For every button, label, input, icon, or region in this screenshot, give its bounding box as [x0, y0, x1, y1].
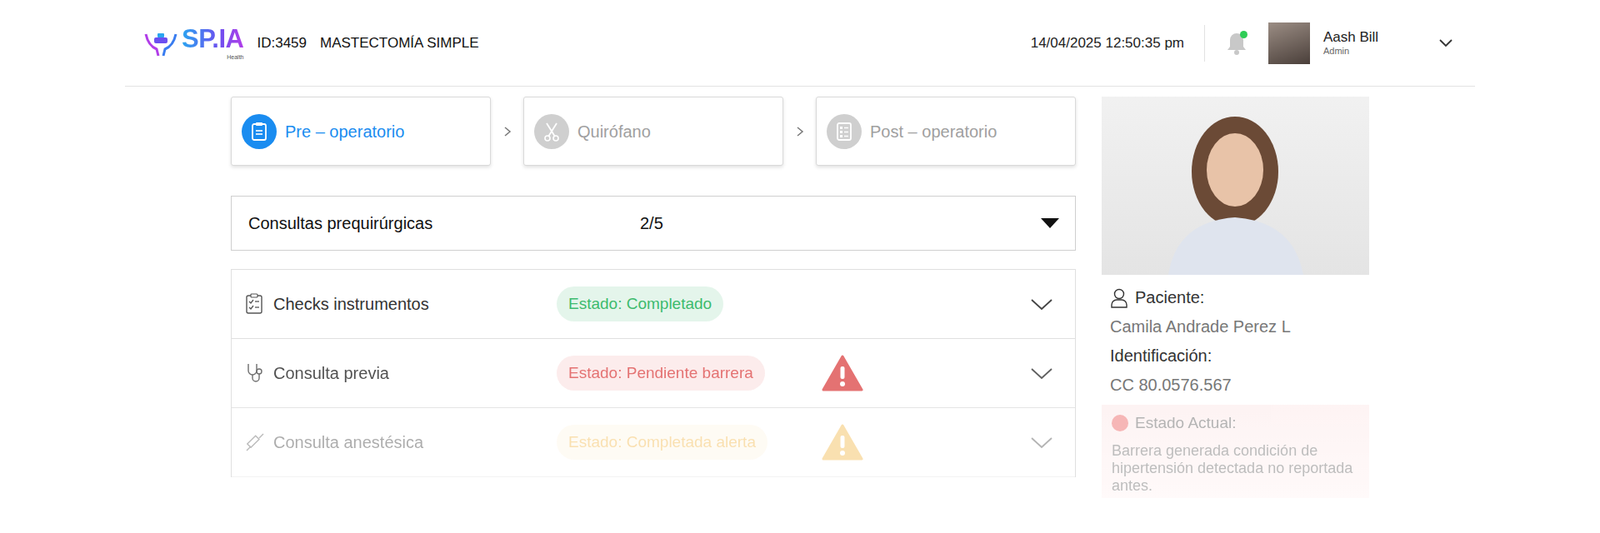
status-dot — [1111, 415, 1129, 432]
chevron-down-icon — [1438, 38, 1454, 49]
step-tab[interactable]: Post – operatorio — [815, 96, 1076, 166]
date-time: 14/04/2025 12:50:35 pm — [1030, 32, 1185, 55]
patient-photo — [1101, 96, 1370, 275]
notifications-button[interactable] — [1225, 30, 1249, 56]
user-name[interactable]: Aash Bill — [1323, 29, 1432, 46]
id-label: Identificación: — [1110, 341, 1361, 371]
list-icon — [826, 114, 862, 150]
chevron-down-icon[interactable] — [1030, 367, 1054, 381]
logo-text: SP.IA — [181, 24, 244, 54]
surgical-tools-icon — [534, 114, 570, 150]
warning-icon — [821, 424, 864, 461]
status-badge: Estado: Pendiente barrera — [556, 355, 765, 391]
status-text: Barrera generada condición de hipertensi… — [1111, 442, 1360, 495]
patient-label: Paciente: — [1135, 283, 1205, 313]
user-menu-button[interactable] — [1438, 33, 1454, 54]
patient-id: CC 80.0576.567 — [1110, 370, 1361, 400]
syringe-icon — [245, 432, 267, 454]
divider — [1204, 25, 1205, 62]
status-title: Estado Actual: — [1135, 411, 1236, 436]
procedure-name: MASTECTOMÍA SIMPLE — [320, 32, 480, 55]
consultations-dropdown[interactable]: Consultas prequirúrgicas2/5 — [230, 195, 1076, 251]
check-label[interactable]: Checks instrumentos — [273, 291, 557, 317]
clipboard-icon — [241, 114, 277, 150]
step-label[interactable]: Post – operatorio — [870, 119, 997, 145]
step-label[interactable]: Pre – operatorio — [285, 119, 405, 145]
step-tab[interactable]: Quirófano — [523, 96, 784, 166]
chevron-right-icon — [503, 125, 512, 138]
status-badge: Estado: Completado — [556, 286, 724, 322]
hands-icon — [143, 29, 179, 58]
status-badge: Estado: Completada alerta — [556, 425, 768, 460]
top-bar: SP.IAHealth ID:3459 MASTECTOMÍA SIMPLE 14/0… — [125, 0, 1475, 87]
check-label[interactable]: Consulta previa — [273, 360, 557, 386]
unread-dot — [1240, 30, 1248, 39]
person-icon — [1110, 288, 1129, 309]
step-tab[interactable]: Pre – operatorio — [230, 96, 491, 166]
check-label[interactable]: Consulta anestésica — [273, 430, 557, 455]
current-status-card: Estado Actual: Barrera generada condición… — [1101, 405, 1370, 499]
check-row[interactable]: Consulta previaEstado: Pendiente barrera — [231, 339, 1075, 409]
logo-subtitle: Health — [181, 54, 244, 60]
chevron-down-icon[interactable] — [1030, 298, 1054, 312]
case-id: ID:3459 — [256, 32, 307, 55]
check-row[interactable]: Checks instrumentosEstado: Completado — [231, 270, 1075, 340]
stethoscope-icon — [245, 362, 267, 385]
logo[interactable]: SP.IAHealth — [143, 25, 244, 60]
patient-name: Camila Andrade Perez L — [1110, 312, 1361, 342]
check-row[interactable]: Consulta anestésicaEstado: Completada al… — [231, 408, 1075, 478]
chevron-right-icon — [795, 125, 805, 138]
caret-down-icon[interactable] — [1040, 217, 1060, 230]
step-label[interactable]: Quirófano — [577, 119, 651, 145]
chevron-down-icon[interactable] — [1030, 436, 1054, 450]
consultations-title[interactable]: Consultas prequirúrgicas — [248, 210, 640, 236]
consultations-count: 2/5 — [640, 210, 664, 236]
user-role: Admin — [1323, 45, 1432, 57]
warning-icon — [821, 355, 864, 392]
checklist-icon — [245, 293, 267, 315]
user-avatar[interactable] — [1268, 22, 1310, 65]
